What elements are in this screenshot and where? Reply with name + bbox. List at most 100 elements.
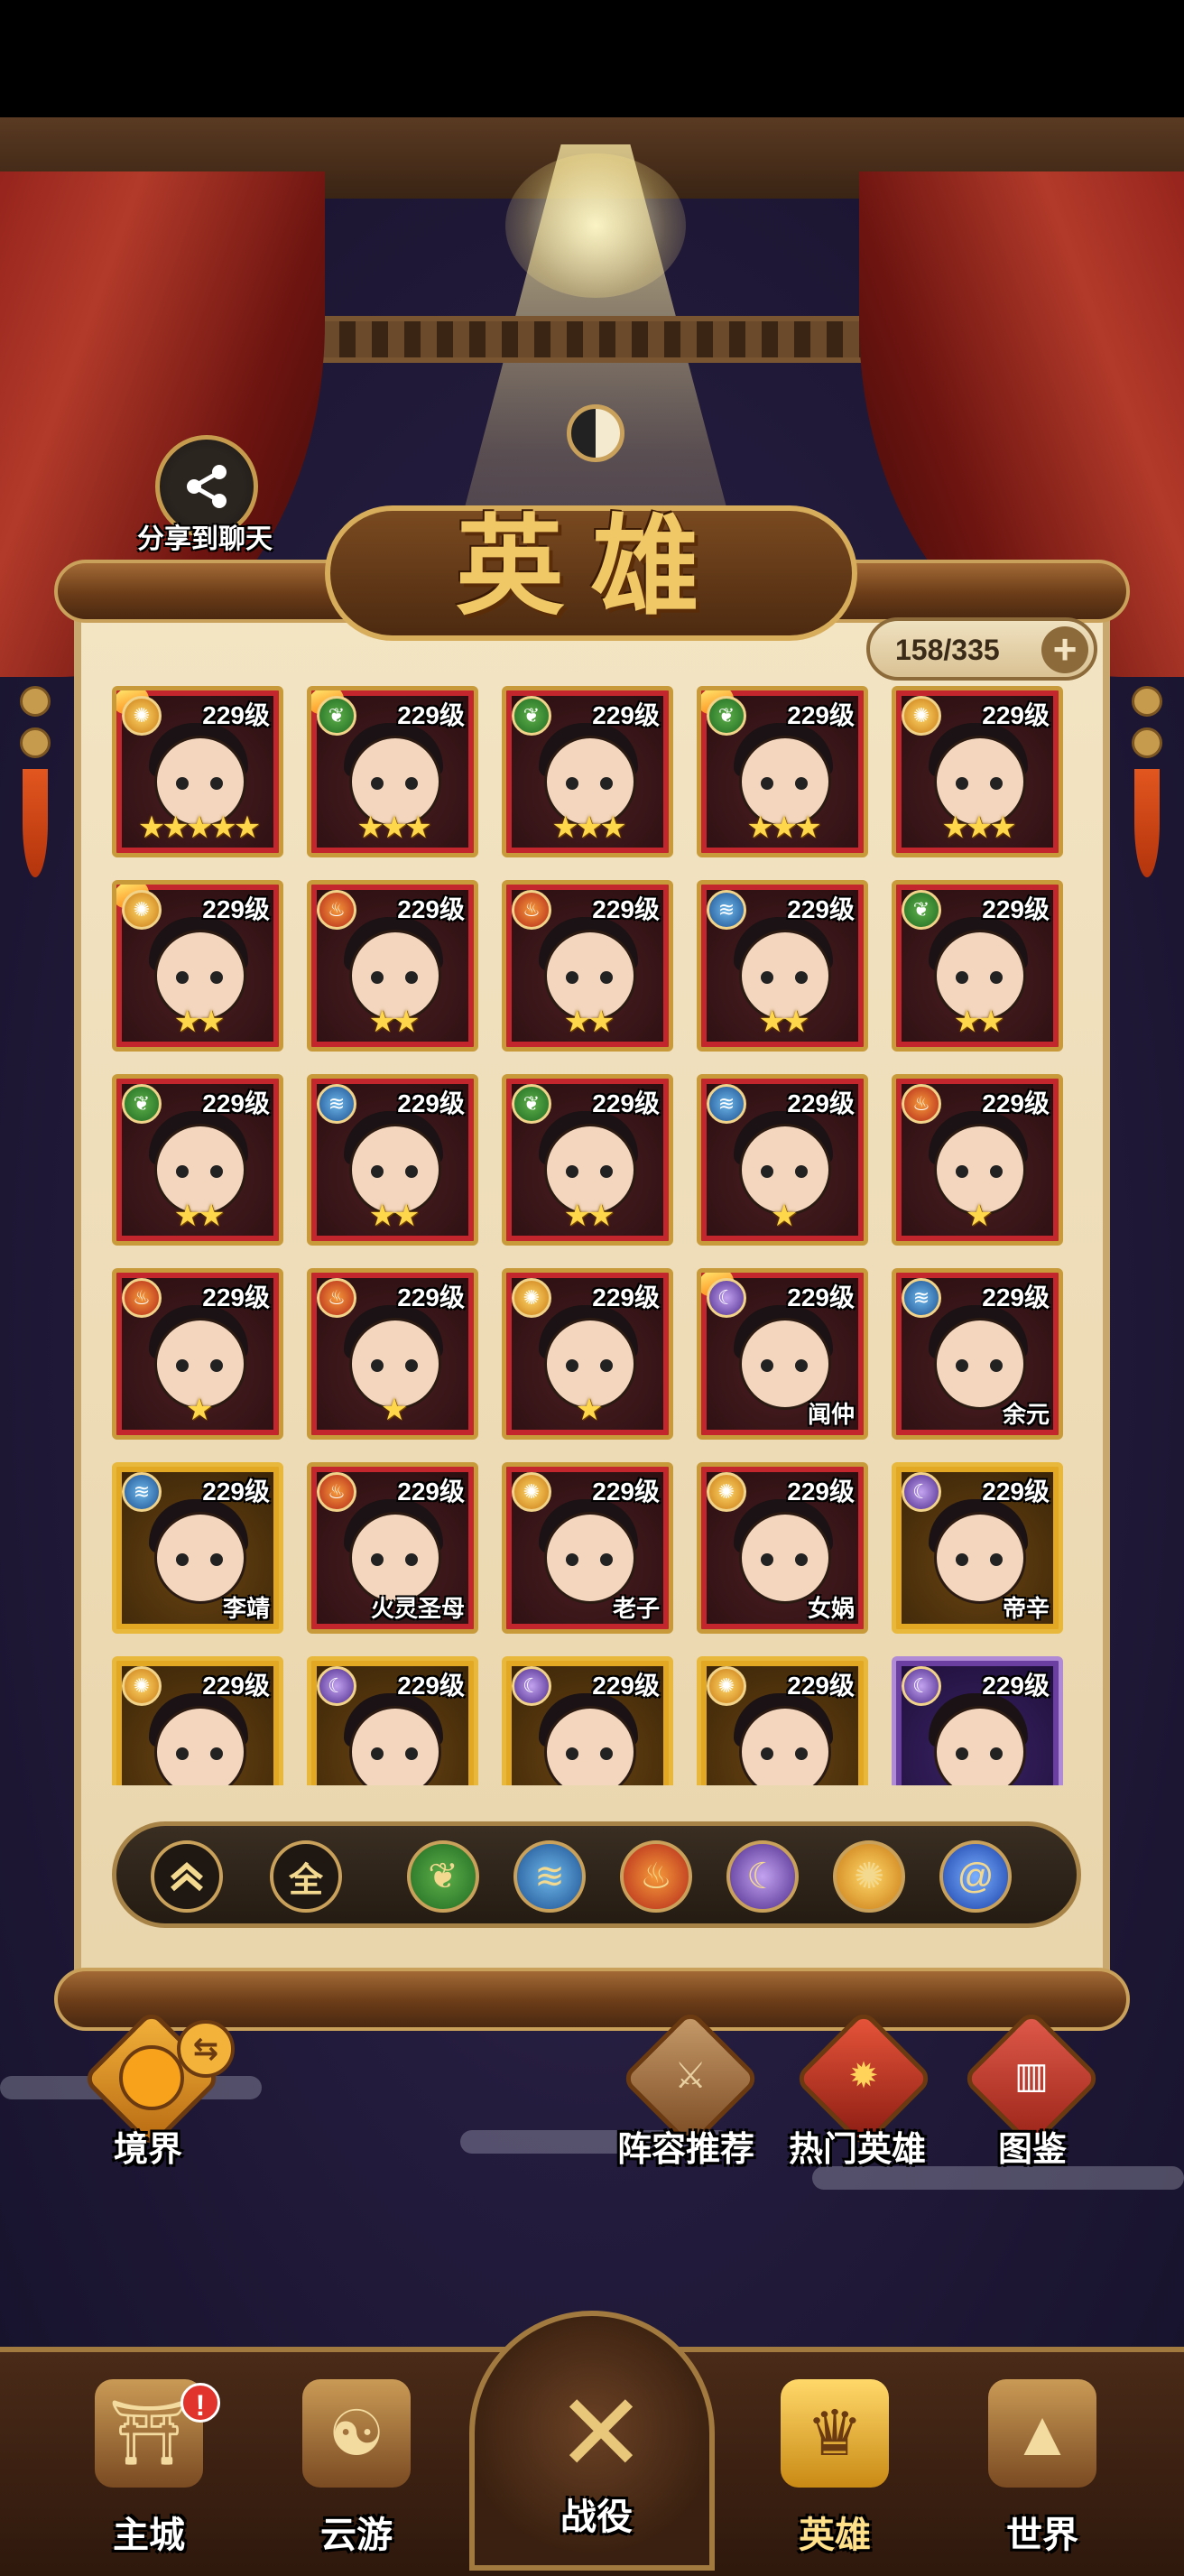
hero-eye xyxy=(990,1165,1003,1178)
collapse-button[interactable] xyxy=(151,1840,223,1913)
hero-card[interactable]: ≋ 229级 余元 xyxy=(892,1268,1063,1440)
hero-eye xyxy=(405,777,418,790)
filter-moon-button[interactable]: ☾ xyxy=(726,1840,799,1913)
hero-card[interactable]: ✺ 229级 老子 xyxy=(502,1462,673,1634)
hero-eye xyxy=(956,1165,968,1178)
hero-card[interactable]: ✺ 229级 ★★ xyxy=(112,880,283,1052)
mountain-icon: ▲ xyxy=(988,2379,1096,2488)
hero-card[interactable]: ✺ 229级 xyxy=(697,1656,868,1785)
hero-stars: ★★ xyxy=(173,1199,226,1233)
hero-eye xyxy=(176,1553,189,1566)
hero-eye xyxy=(600,1553,613,1566)
hero-eye xyxy=(956,1359,968,1372)
water-element-icon: ≋ xyxy=(122,1472,162,1512)
hero-card[interactable]: ☾ 229级 xyxy=(892,1656,1063,1785)
wood-element-icon: ❦ xyxy=(512,1084,551,1124)
share-icon xyxy=(187,465,227,508)
hero-card[interactable]: ✺ 229级 ★ xyxy=(502,1268,673,1440)
hero-eye xyxy=(371,777,384,790)
hero-eye xyxy=(600,1165,613,1178)
nav-travel[interactable]: ☯ 云游 xyxy=(253,2379,460,2569)
hero-card[interactable]: ❦ 229级 ★★★ xyxy=(502,686,673,857)
hero-card[interactable]: ☾ 229级 闻仲 xyxy=(697,1268,868,1440)
hero-eye xyxy=(795,1165,808,1178)
nav-battle[interactable]: ✕ 战役 xyxy=(469,2311,715,2571)
filter-all-button[interactable]: 全 xyxy=(270,1840,342,1913)
hero-eye xyxy=(210,777,223,790)
hero-stars: ★ xyxy=(380,1393,408,1427)
wood-element-icon: ❦ xyxy=(317,696,356,736)
hero-eye xyxy=(795,1359,808,1372)
hero-card[interactable]: ❦ 229级 ★★★ xyxy=(307,686,478,857)
sun-element-icon: ✺ xyxy=(122,890,162,930)
add-slots-button[interactable]: + xyxy=(1041,626,1088,673)
hero-stars: ★★ xyxy=(368,1199,421,1233)
hero-card[interactable]: ❦ 229级 ★★★ xyxy=(697,686,868,857)
hero-card[interactable]: ≋ 229级 ★★ xyxy=(307,1074,478,1246)
hero-card[interactable]: ✺ 229级 ★★★★★ xyxy=(112,686,283,857)
nav-world[interactable]: ▲ 世界 xyxy=(939,2379,1146,2569)
hero-card[interactable]: ☾ 229级 帝辛 xyxy=(892,1462,1063,1634)
hero-card[interactable]: ♨ 229级 ★ xyxy=(112,1268,283,1440)
hero-level: 229级 xyxy=(202,1478,270,1506)
hero-level: 229级 xyxy=(592,1089,660,1117)
hero-eye xyxy=(761,971,773,984)
moon-element-icon: ☾ xyxy=(902,1472,941,1512)
water-icon: ≋ xyxy=(534,1857,565,1896)
hero-stars: ★ xyxy=(770,1199,798,1233)
hero-eye xyxy=(600,1747,613,1760)
hero-card[interactable]: ♨ 229级 ★★ xyxy=(307,880,478,1052)
filter-storm-button[interactable]: @ xyxy=(939,1840,1012,1913)
sun-element-icon: ✺ xyxy=(512,1472,551,1512)
filter-fire-button[interactable]: ♨ xyxy=(620,1840,692,1913)
hero-eye xyxy=(795,1747,808,1760)
hero-eye xyxy=(990,1553,1003,1566)
hero-card[interactable]: ≋ 229级 ★ xyxy=(697,1074,868,1246)
notification-badge: ! xyxy=(180,2383,220,2423)
wood-element-icon: ❦ xyxy=(707,696,746,736)
storm-icon: @ xyxy=(957,1856,994,1896)
hero-level: 229级 xyxy=(982,1478,1050,1506)
hero-card[interactable]: ♨ 229级 ★★ xyxy=(502,880,673,1052)
hero-level: 229级 xyxy=(982,701,1050,729)
hero-card[interactable]: ✺ 229级 xyxy=(112,1656,283,1785)
filter-wood-button[interactable]: ❦ xyxy=(407,1840,479,1913)
book-icon: ▥ xyxy=(1014,2056,1049,2096)
hero-card[interactable]: ☾ 229级 xyxy=(502,1656,673,1785)
hero-card[interactable]: ♨ 229级 ★ xyxy=(307,1268,478,1440)
hero-card[interactable]: ❦ 229级 ★★ xyxy=(892,880,1063,1052)
wood-element-icon: ❦ xyxy=(512,696,551,736)
hero-card[interactable]: ♨ 229级 ★ xyxy=(892,1074,1063,1246)
hero-eye xyxy=(956,1553,968,1566)
hero-name: 李靖 xyxy=(222,1595,270,1622)
hero-eye xyxy=(566,777,578,790)
moon-element-icon: ☾ xyxy=(512,1666,551,1706)
hero-card[interactable]: ❦ 229级 ★★ xyxy=(112,1074,283,1246)
hero-card[interactable]: ≋ 229级李靖 xyxy=(112,1462,283,1634)
sun-element-icon: ✺ xyxy=(707,1666,746,1706)
hero-card[interactable]: ≋ 229级 ★★ xyxy=(697,880,868,1052)
hero-card[interactable]: ❦ 229级 ★★ xyxy=(502,1074,673,1246)
nav-city[interactable]: ⛩ 主城 xyxy=(45,2379,253,2569)
hero-card[interactable]: ☾ 229级 xyxy=(307,1656,478,1785)
hero-level: 229级 xyxy=(982,1283,1050,1311)
filter-sun-button[interactable]: ✺ xyxy=(833,1840,905,1913)
hero-eye xyxy=(566,1747,578,1760)
fire-element-icon: ♨ xyxy=(512,890,551,930)
hero-level: 229级 xyxy=(202,701,270,729)
hero-card[interactable]: ♨ 229级 火灵圣母 xyxy=(307,1462,478,1634)
filter-water-button[interactable]: ≋ xyxy=(513,1840,586,1913)
hero-card[interactable]: ✺ 229级 女娲 xyxy=(697,1462,868,1634)
hero-level: 229级 xyxy=(397,1283,465,1311)
hero-eye xyxy=(371,971,384,984)
hero-card[interactable]: ✺ 229级 ★★★ xyxy=(892,686,1063,857)
fire-element-icon: ♨ xyxy=(317,890,356,930)
hero-eye xyxy=(405,1747,418,1760)
hero-level: 229级 xyxy=(982,895,1050,923)
hero-eye xyxy=(371,1747,384,1760)
hero-eye xyxy=(956,777,968,790)
nav-hero[interactable]: ♛ 英雄 xyxy=(731,2379,939,2569)
hero-eye xyxy=(210,1359,223,1372)
wood-element-icon: ❦ xyxy=(902,890,941,930)
hero-eye xyxy=(600,777,613,790)
